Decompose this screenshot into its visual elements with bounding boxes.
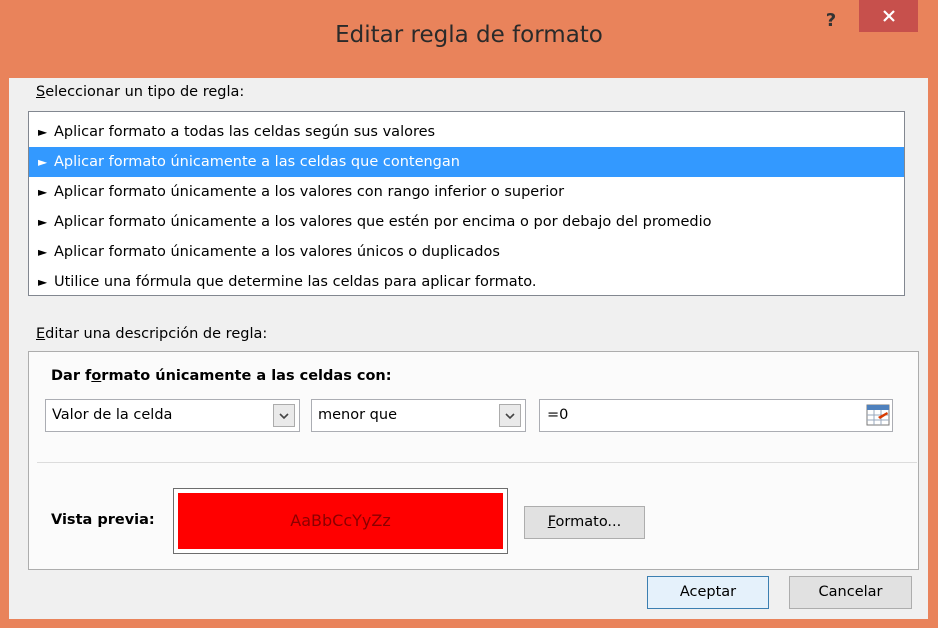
close-button[interactable] (859, 0, 918, 32)
operator-dropdown-button[interactable] (499, 404, 521, 427)
dialog-window: Editar regla de formato ? Seleccionar un… (0, 0, 938, 628)
cancel-button[interactable]: Cancelar (789, 576, 912, 609)
section-divider (37, 462, 917, 463)
condition-heading-text-start: Dar f (51, 368, 92, 384)
rule-type-item-label: Utilice una fórmula que determine las ce… (54, 274, 537, 290)
chevron-down-icon (279, 413, 289, 420)
rule-description-label-accelerator: E (36, 326, 46, 342)
condition-type-select[interactable]: Valor de la celda (45, 399, 300, 432)
value-input-text: =0 (547, 407, 569, 423)
chevron-down-icon (505, 413, 515, 420)
format-button-accelerator: F (547, 514, 556, 530)
value-input[interactable]: =0 (539, 399, 893, 432)
arrow-right-icon: ► (38, 185, 48, 199)
format-preview: AaBbCcYyZz (173, 488, 508, 554)
condition-heading-text-end: rmato únicamente a las celdas con: (101, 368, 392, 384)
arrow-right-icon: ► (38, 155, 48, 169)
condition-heading-accelerator: o (91, 368, 102, 384)
ok-button[interactable]: Aceptar (647, 576, 769, 609)
format-button-label: ormato... (555, 514, 622, 530)
close-icon (882, 10, 895, 22)
rule-type-item-label: Aplicar formato únicamente a los valores… (54, 184, 565, 200)
rule-type-label-text: eleccionar un tipo de regla: (45, 84, 245, 100)
rule-type-item-selected[interactable]: ► Aplicar formato únicamente a las celdas… (29, 147, 904, 177)
rule-type-item[interactable]: ► Aplicar formato únicamente a los valore… (29, 177, 904, 207)
format-preview-sample: AaBbCcYyZz (178, 493, 503, 549)
rule-type-item-label: Aplicar formato a todas las celdas según… (54, 124, 436, 140)
arrow-right-icon: ► (38, 215, 48, 229)
rule-type-item-label: Aplicar formato únicamente a las celdas … (54, 154, 460, 170)
rule-type-list[interactable]: ► Aplicar formato a todas las celdas segú… (28, 111, 905, 296)
rule-type-item[interactable]: ► Aplicar formato únicamente a los valore… (29, 207, 904, 237)
range-select-icon (866, 404, 890, 426)
format-button[interactable]: Formato... (524, 506, 645, 539)
rule-type-label-accelerator: S (36, 84, 46, 100)
arrow-right-icon: ► (38, 245, 48, 259)
title-bar[interactable]: Editar regla de formato ? (0, 0, 938, 78)
range-select-button[interactable] (866, 404, 890, 426)
operator-select[interactable]: menor que (311, 399, 526, 432)
rule-type-item[interactable]: ► Utilice una fórmula que determine las c… (29, 267, 904, 297)
preview-label: Vista previa: (51, 512, 155, 528)
help-button[interactable]: ? (818, 8, 844, 34)
dialog-title: Editar regla de formato (335, 22, 603, 48)
rule-type-label: Seleccionar un tipo de regla: (36, 84, 244, 100)
rule-type-item[interactable]: ► Aplicar formato a todas las celdas segú… (29, 117, 904, 147)
condition-heading: Dar formato únicamente a las celdas con: (51, 368, 392, 384)
rule-type-item-label: Aplicar formato únicamente a los valores… (54, 214, 712, 230)
condition-type-value: Valor de la celda (52, 407, 173, 423)
arrow-right-icon: ► (38, 125, 48, 139)
condition-type-dropdown-button[interactable] (273, 404, 295, 427)
rule-type-item[interactable]: ► Aplicar formato únicamente a los valore… (29, 237, 904, 267)
arrow-right-icon: ► (38, 275, 48, 289)
rule-description-label: Editar una descripción de regla: (36, 326, 267, 342)
rule-type-item-label: Aplicar formato únicamente a los valores… (54, 244, 500, 260)
operator-value: menor que (318, 407, 397, 423)
rule-description-label-text: ditar una descripción de regla: (45, 326, 268, 342)
